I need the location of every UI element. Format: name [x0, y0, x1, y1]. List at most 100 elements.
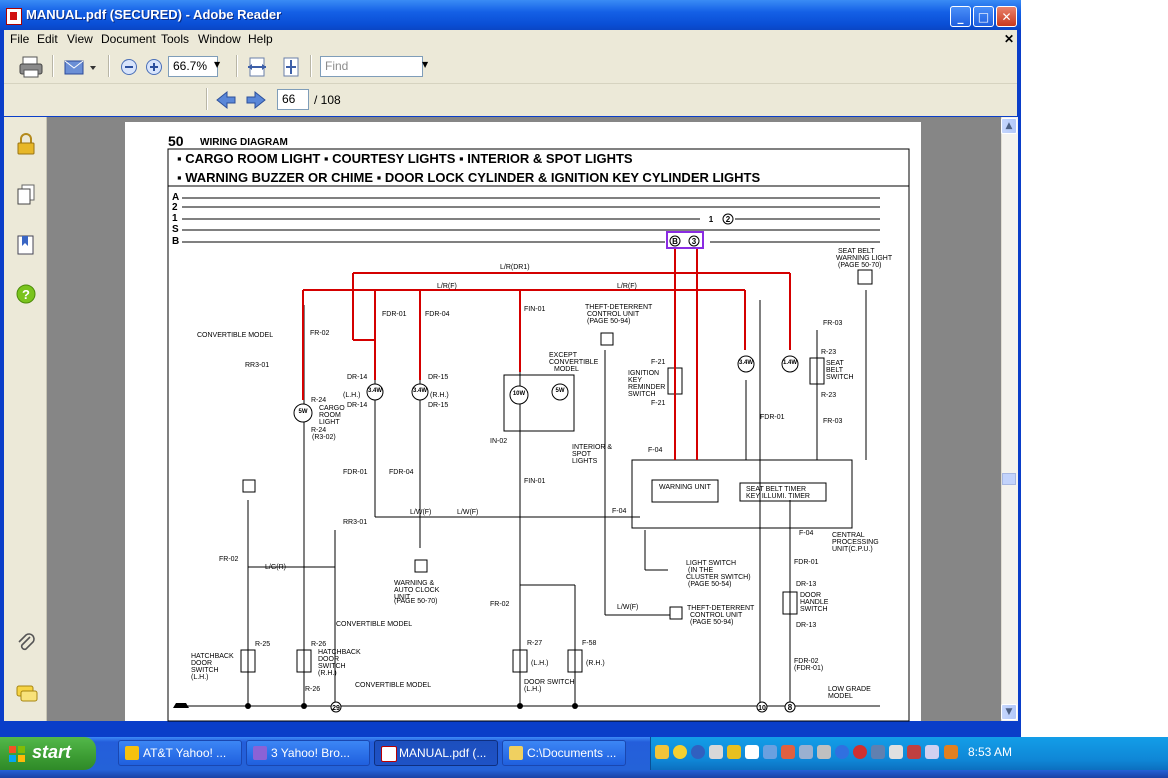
comments-icon[interactable]	[16, 684, 38, 704]
lamp-rating: 5W	[298, 409, 308, 415]
diagram-label: L/R(F)	[437, 283, 457, 290]
diagram-label: SEAT BELT	[838, 248, 875, 255]
diagram-label: FR-03	[823, 418, 843, 425]
next-page-icon[interactable]	[245, 89, 267, 111]
zoom-in-icon[interactable]	[145, 58, 163, 76]
diagram-label: CONVERTIBLE MODEL	[336, 621, 413, 628]
network-icon[interactable]	[691, 745, 705, 759]
diagram-label: DR-15	[428, 402, 449, 409]
tray-app-icon[interactable]	[817, 745, 831, 759]
maximize-button[interactable]: □	[973, 6, 994, 27]
diagram-label: SWITCH	[628, 391, 656, 398]
zoom-out-icon[interactable]	[120, 58, 138, 76]
windows-logo-icon	[9, 746, 25, 762]
diagram-label: RR3-01	[343, 519, 368, 526]
taskbar-item-adobe-reader[interactable]: MANUAL.pdf (...	[374, 740, 498, 766]
tray-app-icon[interactable]	[889, 745, 903, 759]
security-shield-icon[interactable]	[727, 745, 741, 759]
tray-app-icon[interactable]	[799, 745, 813, 759]
email-collaborate-icon[interactable]	[62, 55, 98, 79]
diagram-label: DR-13	[796, 622, 817, 629]
previous-page-icon[interactable]	[215, 89, 237, 111]
tray-app-icon[interactable]	[835, 745, 849, 759]
page-number-input[interactable]: 66	[277, 89, 309, 110]
menu-document[interactable]: Document	[101, 32, 156, 46]
pages-icon[interactable]	[16, 184, 36, 206]
tray-app-icon[interactable]	[907, 745, 921, 759]
taskbar-item-label: MANUAL.pdf (...	[399, 746, 487, 760]
taskbar-item-yahoo-mail[interactable]: AT&T Yahoo! ...	[118, 740, 242, 766]
diagram-header: WIRING DIAGRAM	[200, 137, 288, 148]
find-input[interactable]: Find	[320, 56, 423, 77]
taskbar-item-yahoo-browser[interactable]: 3 Yahoo! Bro...	[246, 740, 370, 766]
help-icon[interactable]: ?	[16, 284, 36, 304]
print-icon[interactable]	[18, 55, 44, 79]
fit-page-icon[interactable]	[280, 55, 302, 79]
zoom-dropdown-chevron-icon[interactable]: ▼	[214, 60, 220, 69]
diagram-label: FDR-01	[760, 414, 785, 421]
attachments-icon[interactable]	[16, 632, 36, 654]
zoom-level-field[interactable]: 66.7%	[168, 56, 218, 77]
diagram-label: FDR-01	[794, 559, 819, 566]
close-button[interactable]: ✕	[996, 6, 1017, 27]
diagram-label: FDR-02	[794, 658, 819, 665]
minimize-button[interactable]: _	[950, 6, 971, 27]
diagram-label: (L.H.)	[343, 392, 361, 399]
menu-view[interactable]: View	[67, 32, 93, 46]
tray-app-icon[interactable]	[763, 745, 777, 759]
diagram-label: (R.H.)	[318, 670, 337, 677]
find-dropdown-chevron-icon[interactable]: ▼	[422, 60, 428, 69]
diagram-label: R-26	[305, 686, 321, 693]
lock-icon[interactable]	[16, 133, 36, 155]
tray-app-icon[interactable]	[925, 745, 939, 759]
diagram-label: INTERIOR &	[572, 444, 613, 451]
diagram-label: RR3-01	[245, 362, 270, 369]
diagram-label: F-04	[612, 508, 627, 515]
yahoo-smiley-icon	[125, 746, 139, 760]
volume-icon[interactable]	[944, 745, 958, 759]
diagram-label: DR-13	[796, 581, 817, 588]
menu-file[interactable]: File	[10, 32, 29, 46]
diagram-label: R-24	[311, 397, 327, 404]
yahoo-messenger-icon[interactable]	[673, 745, 687, 759]
scrollbar-thumb[interactable]	[1002, 473, 1016, 485]
scroll-down-button[interactable]: ▼	[1001, 704, 1017, 720]
diagram-label: DOOR	[318, 656, 339, 663]
lamp-rating: 1.4W	[782, 360, 797, 366]
diagram-label: FR-03	[823, 320, 843, 327]
title-bar[interactable]: MANUAL.pdf (SECURED) - Adobe Reader	[0, 0, 1021, 30]
bookmarks-icon[interactable]	[16, 234, 36, 256]
diagram-label: PROCESSING	[832, 539, 879, 546]
tray-app-icon[interactable]	[745, 745, 759, 759]
window-title: MANUAL.pdf (SECURED) - Adobe Reader	[26, 7, 282, 22]
page-total-label: / 108	[314, 93, 341, 107]
tray-app-icon[interactable]	[655, 745, 669, 759]
start-button[interactable]: start	[0, 737, 96, 770]
diagram-label: EXCEPT	[549, 352, 578, 359]
tray-app-icon[interactable]	[781, 745, 795, 759]
scroll-up-button[interactable]: ▲	[1001, 118, 1017, 134]
menu-tools[interactable]: Tools	[161, 32, 189, 46]
diagram-label: FIN-01	[524, 306, 546, 313]
taskbar-item-explorer[interactable]: C:\Documents ...	[502, 740, 626, 766]
menu-help[interactable]: Help	[248, 32, 273, 46]
diagram-label: L/W(F)	[410, 509, 432, 516]
toolbar-separator	[236, 55, 238, 77]
bus-label-b: B	[172, 236, 180, 247]
menu-edit[interactable]: Edit	[37, 32, 58, 46]
diagram-label: BELT	[826, 367, 843, 374]
menu-window[interactable]: Window	[198, 32, 241, 46]
tray-app-icon[interactable]	[709, 745, 723, 759]
menu-close-document-button[interactable]: ✕	[1004, 32, 1014, 46]
tray-app-icon[interactable]	[871, 745, 885, 759]
diagram-label: UNIT(C.P.U.)	[832, 546, 873, 553]
diagram-label: CONTROL UNIT	[690, 612, 743, 619]
lamp-rating: 3.4W	[738, 360, 753, 366]
diagram-label: MODEL	[828, 693, 853, 700]
diagram-label: HANDLE	[800, 599, 829, 606]
diagram-label: L/R(F)	[617, 283, 637, 290]
toolbar-separator	[108, 55, 110, 77]
fit-width-icon[interactable]	[246, 55, 268, 79]
vertical-scrollbar[interactable]	[1001, 117, 1018, 721]
tray-app-icon[interactable]	[853, 745, 867, 759]
